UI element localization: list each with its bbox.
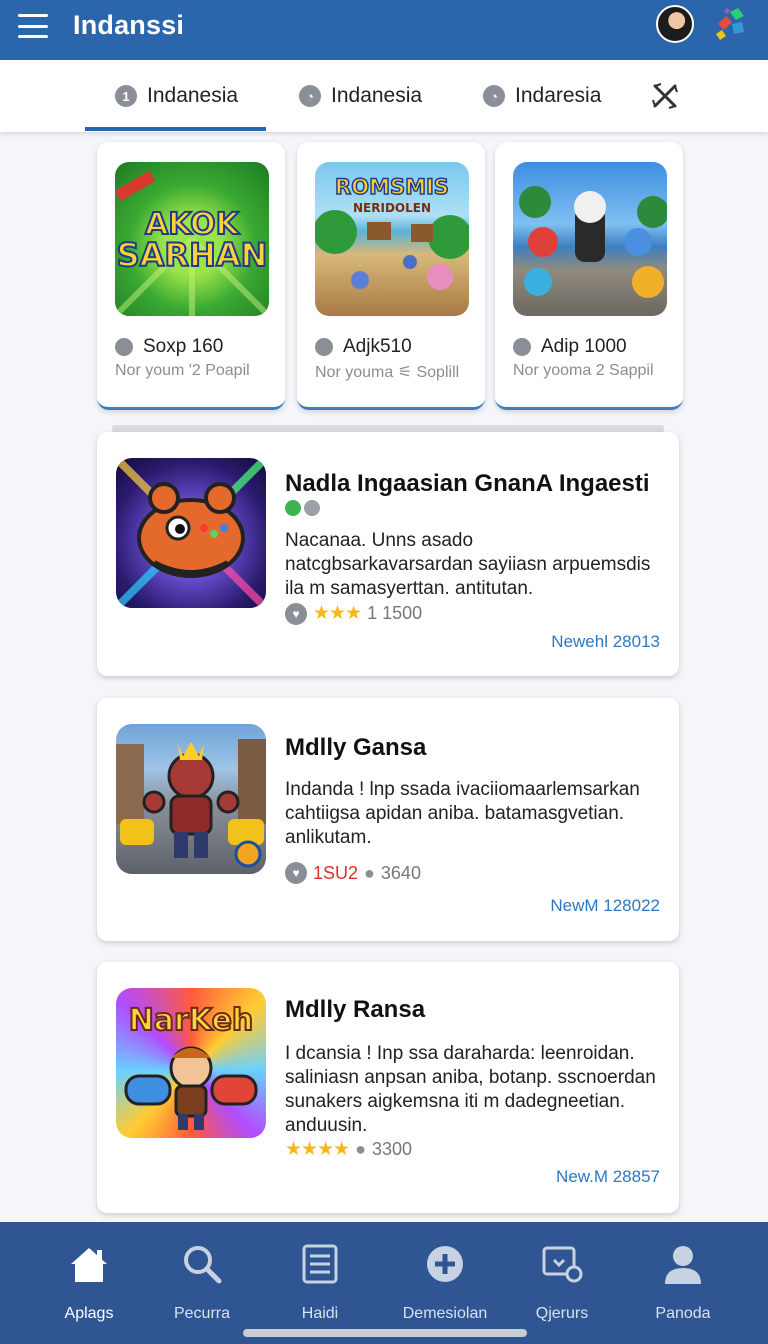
list-item[interactable]: NarKeh Mdlly Ransa I dcansia ! Inp ssa d…: [97, 962, 679, 1213]
tab-label: Indanesia: [331, 84, 423, 107]
nav-label: Aplags: [64, 1305, 114, 1322]
game-art-logo: AKOK SARHAN: [115, 162, 269, 316]
item-date[interactable]: New.M 28857: [556, 1167, 660, 1187]
featured-title: Adip 1000: [513, 336, 627, 358]
tab-indanesia-2[interactable]: ◔ Indanesia: [299, 60, 422, 132]
featured-card[interactable]: AKOK SARHAN Soxp 160 Nor youm '2 Poapil: [97, 142, 285, 410]
rating-value: 1SU2: [313, 862, 359, 883]
clock-icon: ◔: [483, 85, 505, 107]
nav-label: Qjerurs: [535, 1305, 589, 1322]
verified-icon: [285, 500, 301, 516]
boy-controllers-art: NarKeh: [116, 988, 266, 1138]
nav-item-aplags[interactable]: Aplags: [34, 1242, 144, 1323]
profile-icon: [665, 1246, 701, 1284]
item-count: 3640: [380, 862, 421, 883]
item-meta: ★★★★ ● 3300: [285, 1138, 412, 1161]
item-title: Nadla Ingaasian GnanA Ingaesti: [285, 470, 650, 497]
plus-circle-icon: [427, 1246, 463, 1282]
tab-indanesia-1[interactable]: 1 Indanesia: [115, 60, 238, 132]
nav-item-haidi[interactable]: Haidi: [265, 1242, 375, 1323]
info-icon: [304, 500, 320, 516]
featured-subtitle: Nor youm '2 Poapil: [115, 362, 250, 379]
tab-label: Indanesia: [147, 84, 239, 107]
clock-icon: ◔: [299, 85, 321, 107]
hamburger-icon[interactable]: [18, 14, 48, 38]
bottom-nav: Aplags Pecurra Haidi Demesiolan Qjerurs …: [0, 1222, 768, 1344]
search-icon: [184, 1246, 222, 1284]
nav-label: Pecurra: [173, 1305, 231, 1322]
heart-icon[interactable]: ♥: [285, 862, 307, 884]
item-description: Nacanaa. Unns asado natcgbsarkavarsardan…: [285, 530, 651, 599]
tag-icon: [115, 338, 133, 356]
rating-stars: ★★★★: [285, 1139, 350, 1160]
featured-title: Adjk510: [315, 336, 412, 358]
tag-icon: [513, 338, 531, 356]
nav-item-pecurra[interactable]: Pecurra: [147, 1242, 257, 1323]
featured-title-text: Soxp 160: [143, 336, 224, 357]
pin-icon: ●: [364, 862, 375, 883]
list-item[interactable]: Mdlly Gansa Indanda ! lnp ssada ivaciiom…: [97, 698, 679, 941]
download-icon: [542, 1246, 583, 1283]
featured-subtitle: Nor youma ⚟ Soplill: [315, 364, 460, 381]
item-count: 1 1500: [367, 603, 423, 623]
nav-item-demesiolan[interactable]: Demesiolan: [390, 1242, 500, 1323]
logo-text-bottom: SARHAN: [117, 236, 268, 274]
list-item[interactable]: Nadla Ingaasian GnanA Ingaesti Nacanaa. …: [97, 432, 679, 676]
featured-card[interactable]: ROMSMIS NERIDOLEN Adjk510 Nor youma ⚟ So…: [297, 142, 485, 410]
item-date[interactable]: Newehl 28013: [551, 632, 660, 652]
featured-title: Soxp 160: [115, 336, 223, 358]
item-title: Mdlly Ransa: [285, 996, 426, 1023]
game-art-island: ROMSMIS NERIDOLEN: [315, 162, 469, 316]
home-indicator: [243, 1329, 527, 1337]
rating-stars: ★★★: [313, 603, 362, 624]
number-one-icon: 1: [115, 85, 137, 107]
item-date[interactable]: NewM 128022: [550, 896, 660, 916]
item-meta: ♥ ★★★ 1 1500: [285, 602, 422, 625]
app-title: Indanssi: [73, 10, 185, 40]
hero-street-art: [116, 724, 266, 874]
tag-icon: [315, 338, 333, 356]
nav-label: Haidi: [301, 1305, 339, 1322]
featured-title-text: Adip 1000: [541, 336, 627, 357]
heart-icon[interactable]: ♥: [285, 602, 307, 625]
nav-label: Demesiolan: [402, 1305, 488, 1322]
list-icon: [302, 1244, 338, 1284]
item-description: Indanda ! lnp ssada ivaciiomaarlemsarkan…: [285, 779, 640, 848]
nav-item-panoda[interactable]: Panoda: [628, 1242, 738, 1323]
tab-indaresia[interactable]: ◔ Indaresia: [483, 60, 601, 132]
tab-label: Indaresia: [515, 84, 602, 107]
game-art-characters: [513, 162, 667, 316]
tab-indicator: [85, 127, 266, 131]
logo-text-bottom: NERIDOLEN: [353, 201, 431, 215]
logo-text-top: ROMSMIS: [335, 175, 449, 199]
puzzle-icon[interactable]: [712, 4, 750, 42]
close-icon[interactable]: [651, 82, 679, 110]
pin-icon: ●: [355, 1139, 367, 1159]
featured-subtitle: Nor yooma 2 Sappil: [513, 362, 654, 379]
gamepad-mascot-art: [116, 458, 266, 608]
featured-card[interactable]: Adip 1000 Nor yooma 2 Sappil: [495, 142, 683, 410]
item-description: I dcansia ! Inp ssa daraharda: leenroida…: [285, 1043, 656, 1136]
item-meta: ♥ 1SU2 ● 3640: [285, 862, 421, 884]
item-count: 3300: [372, 1139, 413, 1159]
featured-title-text: Adjk510: [343, 336, 412, 357]
home-icon: [71, 1248, 107, 1282]
nav-label: Panoda: [655, 1305, 711, 1322]
avatar[interactable]: [656, 5, 694, 43]
logo-text: NarKeh: [129, 1003, 254, 1038]
item-title: Mdlly Gansa: [285, 734, 427, 761]
app-bar: Indanssi: [0, 0, 768, 60]
verified-badges: [285, 500, 320, 516]
nav-item-qjerurs[interactable]: Qjerurs: [507, 1242, 617, 1323]
